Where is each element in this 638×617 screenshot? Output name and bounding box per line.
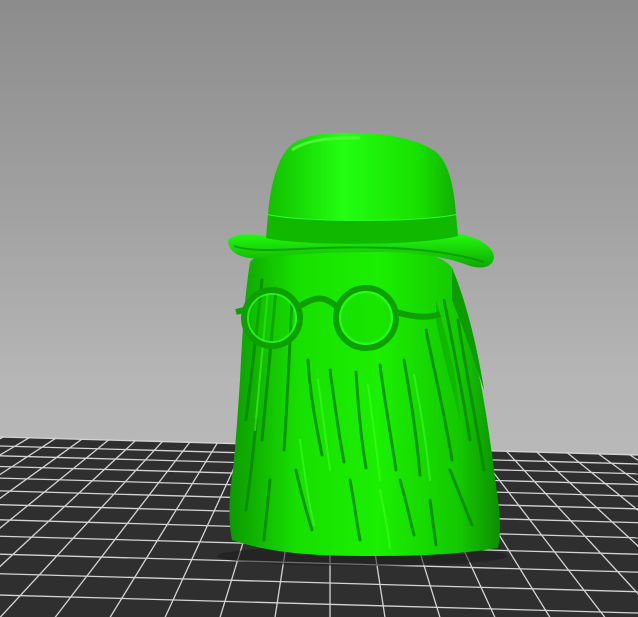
scene-canvas[interactable] xyxy=(0,0,638,617)
cousin-itt-figurine-icon[interactable] xyxy=(217,132,507,566)
3d-viewport[interactable] xyxy=(0,0,638,617)
